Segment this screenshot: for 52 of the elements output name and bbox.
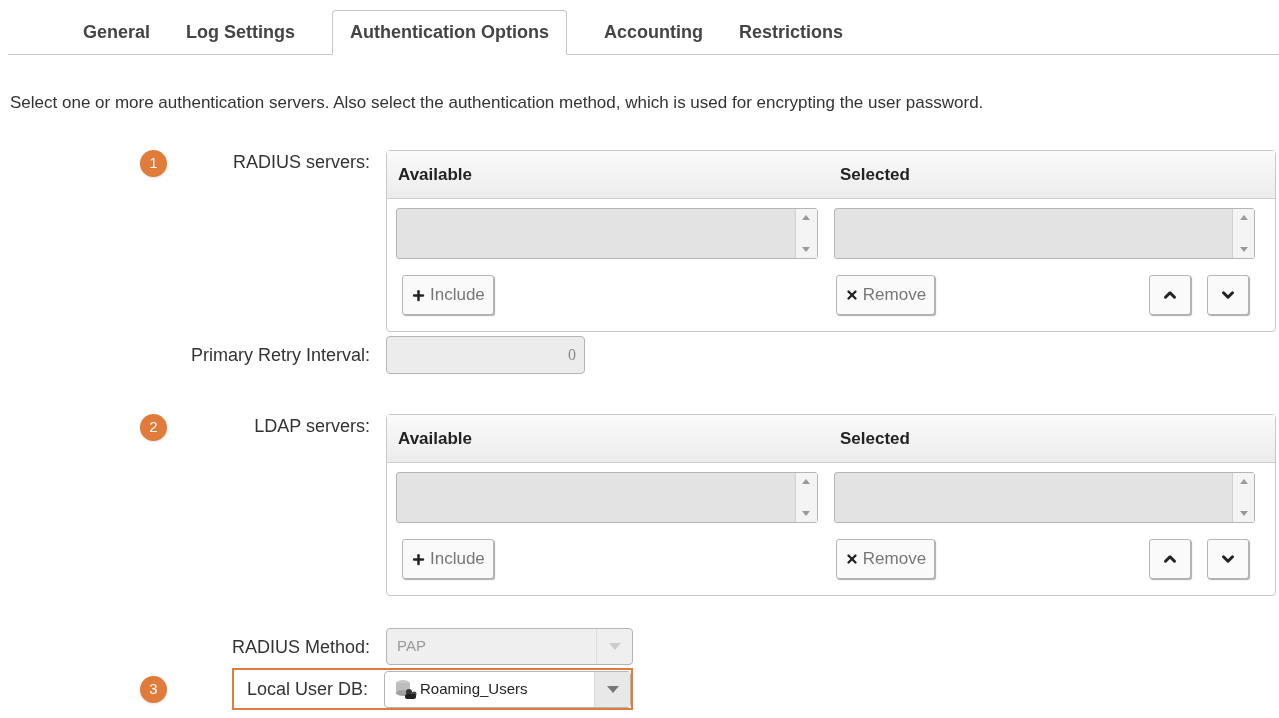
- list-box[interactable]: [833, 472, 1255, 523]
- field-label: RADIUS servers:: [232, 151, 370, 174]
- tab[interactable]: Restrictions: [721, 10, 862, 55]
- step-badge: 2: [140, 414, 167, 441]
- include-button[interactable]: Include: [402, 275, 494, 315]
- include-button[interactable]: Include: [402, 539, 494, 579]
- move-down-button[interactable]: [1207, 539, 1249, 579]
- remove-button[interactable]: Remove: [835, 275, 936, 315]
- step-badge: 1: [140, 150, 167, 177]
- move-up-button[interactable]: [1149, 275, 1191, 315]
- scrollbar[interactable]: [794, 209, 817, 258]
- scroll-down-icon[interactable]: [1239, 511, 1248, 516]
- list-box[interactable]: [396, 208, 818, 259]
- field-label: LDAP servers:: [254, 415, 370, 438]
- column-header: Selected: [839, 163, 910, 186]
- column-header: Selected: [839, 427, 910, 450]
- scroll-up-icon[interactable]: [1239, 215, 1248, 220]
- scroll-up-icon[interactable]: [802, 215, 810, 220]
- field-label: RADIUS Method:: [231, 635, 370, 658]
- plus-icon: [411, 287, 426, 303]
- database-icon: [395, 679, 417, 699]
- list-box[interactable]: [833, 208, 1255, 259]
- tab[interactable]: Log Settings: [168, 10, 314, 55]
- scroll-down-icon[interactable]: [802, 511, 810, 516]
- field-label: Local User DB:: [246, 678, 368, 700]
- tab[interactable]: General: [65, 10, 169, 55]
- tab[interactable]: Accounting: [586, 10, 722, 55]
- plus-icon: [411, 551, 426, 567]
- scroll-down-icon[interactable]: [1239, 247, 1248, 252]
- dropdown-value: PAP: [396, 636, 427, 657]
- column-header: Available: [397, 427, 474, 450]
- scroll-up-icon[interactable]: [802, 479, 810, 484]
- step-badge: 3: [140, 675, 167, 703]
- remove-button[interactable]: Remove: [835, 539, 936, 579]
- scroll-down-icon[interactable]: [802, 247, 810, 252]
- field-label: Primary Retry Interval:: [190, 344, 370, 366]
- move-up-button[interactable]: [1149, 539, 1191, 579]
- close-icon: [844, 288, 859, 302]
- tab[interactable]: Authentication Options: [332, 10, 568, 55]
- caret-icon: [608, 643, 621, 650]
- move-down-button[interactable]: [1207, 275, 1249, 315]
- caret-icon: [606, 685, 619, 693]
- close-icon: [844, 552, 859, 566]
- scroll-up-icon[interactable]: [1239, 479, 1248, 484]
- scrollbar[interactable]: [1232, 473, 1254, 522]
- description-text: Select one or more authentication servers. Also select the authentication method, which is used for encrypting the user password.: [9, 92, 985, 114]
- dropdown[interactable]: Roaming_Users: [384, 670, 631, 708]
- scrollbar[interactable]: [794, 473, 817, 522]
- scrollbar[interactable]: [1232, 209, 1254, 258]
- list-box[interactable]: [396, 472, 818, 523]
- dropdown-value: Roaming_Users: [419, 678, 529, 699]
- column-header: Available: [397, 163, 474, 186]
